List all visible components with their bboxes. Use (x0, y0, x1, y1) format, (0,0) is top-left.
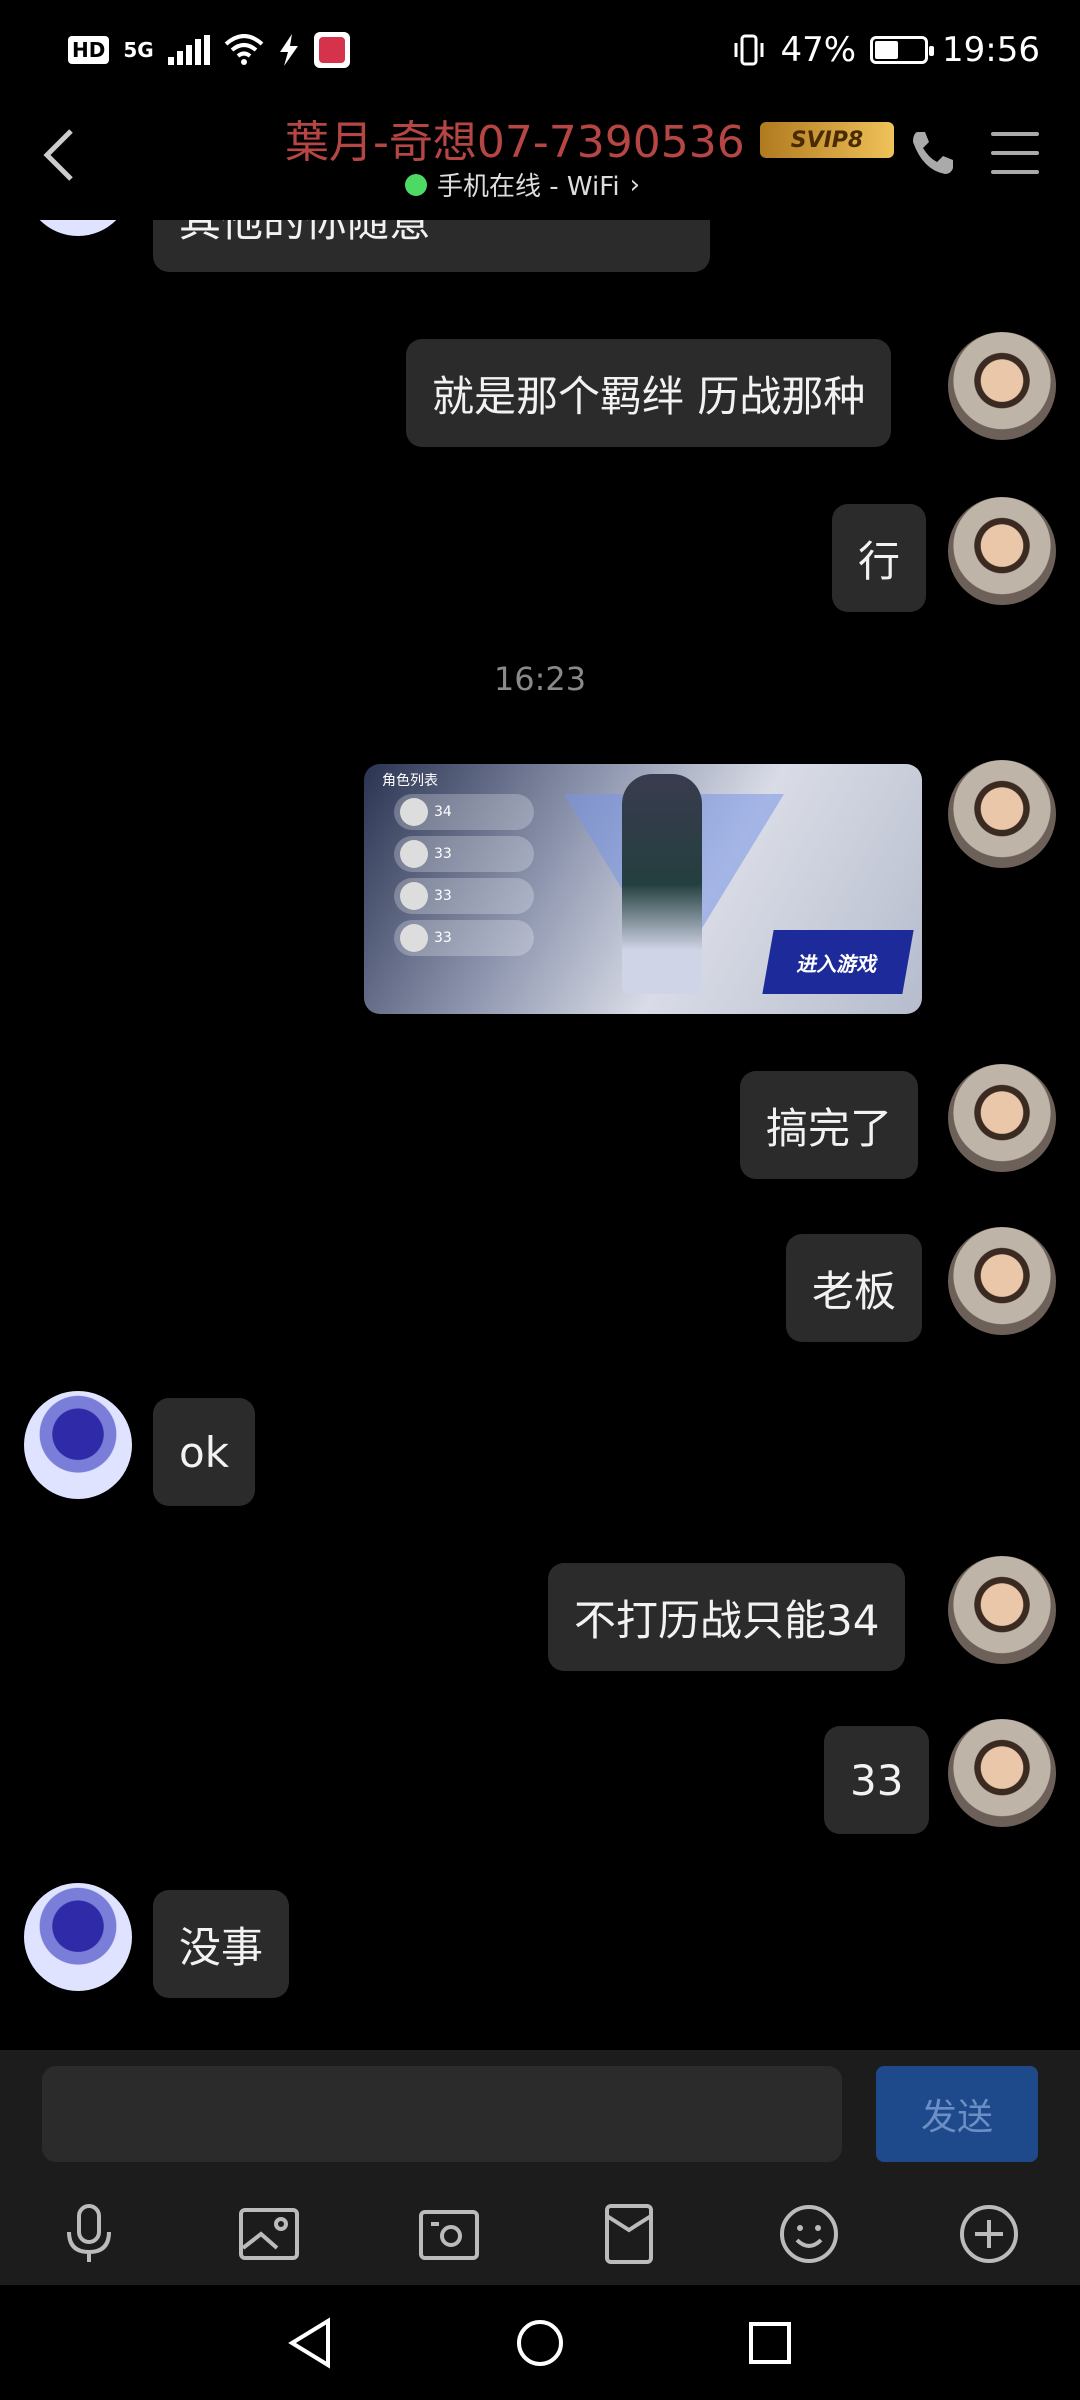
menu-icon-line (991, 151, 1039, 155)
back-button[interactable] (28, 120, 88, 190)
contact-name[interactable]: 葉月-奇想07-7390536 (285, 106, 745, 170)
online-status-text: 手机在线 - WiFi (437, 172, 620, 202)
emoji-icon[interactable] (776, 2201, 842, 2267)
online-dot-icon (405, 173, 427, 196)
message-bubble[interactable]: 行 (832, 504, 927, 612)
chevron-right-icon: › (629, 169, 640, 200)
image-list-row: 33 (394, 920, 534, 956)
contact-avatar[interactable] (24, 220, 132, 236)
hd-icon: HD (68, 36, 110, 64)
vibrate-icon (734, 34, 764, 66)
svip-badge: SVIP8 (760, 122, 894, 158)
image-character-figure (622, 774, 702, 994)
message-bubble[interactable]: 老板 (786, 1234, 923, 1342)
recents-square-icon[interactable] (740, 2313, 800, 2373)
online-status[interactable]: 手机在线 - WiFi › (405, 166, 640, 203)
my-avatar[interactable] (948, 497, 1056, 605)
send-button[interactable]: 发送 (876, 2066, 1038, 2162)
app-notification-icon (313, 32, 350, 68)
gallery-icon[interactable] (236, 2201, 302, 2267)
chat-header: 葉月-奇想07-7390536 SVIP8 手机在线 - WiFi › (0, 100, 1080, 220)
image-message[interactable]: 角色列表 34 33 33 33 进入游戏 (364, 764, 922, 1014)
message-bubble[interactable]: 不打历战只能34 (548, 1563, 906, 1671)
image-list-row: 33 (394, 878, 534, 914)
message-bubble[interactable]: 没事 (153, 1890, 290, 1998)
message-bubble[interactable]: 其他的你随意 (153, 220, 710, 272)
menu-button[interactable] (985, 126, 1045, 180)
my-avatar[interactable] (948, 1556, 1056, 1664)
message-bubble[interactable]: 33 (824, 1726, 930, 1834)
input-toolbar (0, 2185, 1080, 2285)
status-bar: HD 5G 47% 19:56 (0, 0, 1080, 100)
my-avatar[interactable] (948, 332, 1056, 440)
chevron-left-icon (43, 129, 73, 181)
chat-message-list[interactable]: 其他的你随意 就是那个羁绊 历战那种 行 16:23 角色列表 34 33 33… (0, 220, 1080, 2050)
image-list-row: 33 (394, 836, 534, 872)
plus-icon[interactable] (956, 2201, 1022, 2267)
my-avatar[interactable] (948, 1719, 1056, 1827)
battery-icon (870, 36, 935, 64)
clock: 19:56 (942, 30, 1040, 70)
image-enter-game-label: 进入游戏 (762, 930, 914, 994)
system-nav-bar (0, 2285, 1080, 2400)
message-timestamp: 16:23 (493, 660, 587, 698)
message-bubble[interactable]: 就是那个羁绊 历战那种 (406, 339, 892, 447)
message-bubble[interactable]: 搞完了 (740, 1071, 919, 1179)
input-bar: 发送 (0, 2050, 1080, 2185)
my-avatar[interactable] (948, 1227, 1056, 1335)
image-caption: 角色列表 (382, 773, 438, 789)
home-circle-icon[interactable] (510, 2313, 570, 2373)
contact-avatar[interactable] (24, 1883, 132, 1991)
file-icon[interactable] (596, 2201, 662, 2267)
menu-icon-line (991, 132, 1039, 136)
message-bubble[interactable]: ok (153, 1398, 256, 1506)
camera-icon[interactable] (416, 2201, 482, 2267)
phone-icon (913, 132, 953, 174)
signal-icon (167, 35, 210, 65)
charging-bolt-icon (279, 34, 298, 66)
contact-avatar[interactable] (24, 1391, 132, 1499)
my-avatar[interactable] (948, 760, 1056, 868)
back-triangle-icon[interactable] (280, 2313, 340, 2373)
menu-icon-line (991, 170, 1039, 174)
message-input[interactable] (42, 2066, 842, 2162)
image-list-row: 34 (394, 794, 534, 830)
my-avatar[interactable] (948, 1064, 1056, 1172)
network-type: 5G (123, 38, 154, 62)
image-character-list: 34 33 33 33 (394, 794, 534, 962)
call-button[interactable] (905, 126, 959, 180)
battery-percent: 47% (780, 30, 857, 70)
microphone-icon[interactable] (56, 2201, 122, 2267)
wifi-icon (224, 34, 264, 65)
